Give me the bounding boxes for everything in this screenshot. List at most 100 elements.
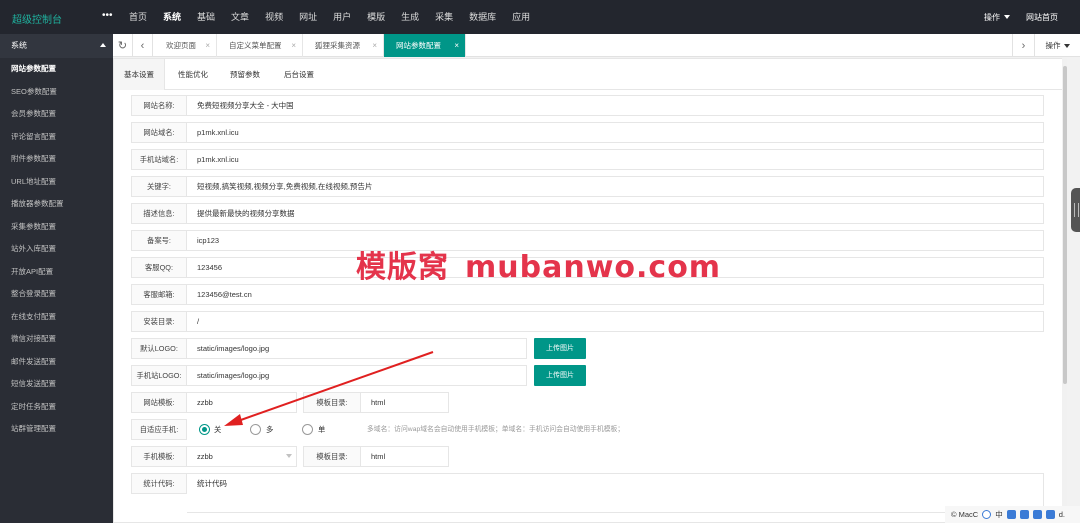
tabs-ops-dropdown[interactable]: 操作 (1034, 34, 1080, 57)
subtab-reserved[interactable]: 预留参数 (220, 59, 270, 90)
radio-single-domain[interactable] (302, 424, 313, 435)
tab-custom-menu-label: 自定义菜单配置 (229, 41, 282, 50)
watermark-cn: 模版窝 (356, 250, 449, 285)
nav-article[interactable]: 文章 (223, 0, 257, 34)
sidebar-item-import[interactable]: 站外入库配置 (0, 238, 113, 261)
mobile-domain-label: 手机站域名: (131, 149, 187, 170)
top-header: 超级控制台 ••• 首页 系统 基础 文章 视频 网址 用户 模版 生成 采集 … (0, 0, 1080, 34)
description-input[interactable]: 提供最新最快的视频分享数据 (187, 203, 1044, 224)
side-drawer-handle[interactable] (1071, 188, 1080, 232)
settings-panel: 基本设置 性能优化 预留参数 后台设置 网站名称: 免费短视频分享大全 - 大中… (113, 58, 1067, 523)
mobile-template-select[interactable]: zzbb (187, 446, 297, 467)
sidebar-item-wechat[interactable]: 微信对接配置 (0, 328, 113, 351)
site-name-input[interactable]: 免费短视频分享大全 - 大中国 (187, 95, 1044, 116)
nav-basic[interactable]: 基础 (189, 0, 223, 34)
tab-fox-collect[interactable]: 狐狸采集资源 × (303, 34, 384, 57)
system-tray: © MacC 中 d. (945, 506, 1080, 523)
close-icon[interactable]: × (205, 34, 210, 57)
domain-input[interactable]: p1mk.xnl.icu (187, 122, 1044, 143)
sidebar-item-login[interactable]: 整合登录配置 (0, 283, 113, 306)
tab-welcome[interactable]: 欢迎页面 × (154, 34, 217, 57)
nav-video[interactable]: 视频 (257, 0, 291, 34)
mobile-logo-input[interactable]: static/images/logo.jpg (187, 365, 527, 386)
sidebar-item-seo[interactable]: SEO参数配置 (0, 81, 113, 104)
site-home-link[interactable]: 网站首页 (1026, 12, 1058, 23)
template-dir-input[interactable]: html (361, 392, 449, 413)
watermark-en: mubanwo.com (465, 250, 722, 285)
subtab-basic[interactable]: 基本设置 (114, 59, 165, 90)
install-dir-input[interactable]: / (187, 311, 1044, 332)
app-logo[interactable]: 超级控制台 (12, 11, 62, 26)
subtab-admin[interactable]: 后台设置 (274, 59, 324, 90)
keyboard-icon[interactable] (1032, 510, 1042, 519)
nav-generate[interactable]: 生成 (393, 0, 427, 34)
nav-database[interactable]: 数据库 (461, 0, 504, 34)
more-menu-icon[interactable]: ••• (102, 10, 113, 21)
radio-off[interactable] (199, 424, 210, 435)
nav-website[interactable]: 网址 (291, 0, 325, 34)
tab-site-config[interactable]: 网站参数配置 × (384, 34, 466, 57)
tab-custom-menu[interactable]: 自定义菜单配置 × (217, 34, 303, 57)
logo-input[interactable]: static/images/logo.jpg (187, 338, 527, 359)
sidebar-item-player[interactable]: 播放器参数配置 (0, 193, 113, 216)
close-icon[interactable]: × (454, 34, 459, 57)
sidebar-item-comment[interactable]: 评论留言配置 (0, 126, 113, 149)
settings-icon[interactable] (1045, 510, 1055, 519)
nav-user[interactable]: 用户 (325, 0, 359, 34)
sidebar-item-member[interactable]: 会员参数配置 (0, 103, 113, 126)
sidebar-section-system[interactable]: 系统 (0, 34, 113, 58)
page-tabs-bar: ↻ ‹ 欢迎页面 × 自定义菜单配置 × 狐狸采集资源 × 网站参数配置 × › 操作 (113, 34, 1080, 57)
sidebar-item-sitegroup[interactable]: 站群管理配置 (0, 418, 113, 441)
keywords-input[interactable]: 短视频,搞笑视频,视频分享,免费视频,在线视频,预告片 (187, 176, 1044, 197)
upload-logo-button[interactable]: 上传图片 (534, 338, 586, 359)
stats-label: 统计代码: (131, 473, 187, 494)
content-scrollbar-thumb[interactable] (1063, 66, 1067, 384)
mobile-template-dir-label: 模板目录: (303, 446, 361, 467)
nav-collect[interactable]: 采集 (427, 0, 461, 34)
sidebar-item-collect[interactable]: 采集参数配置 (0, 216, 113, 239)
sidebar-item-email[interactable]: 邮件发送配置 (0, 351, 113, 374)
mobile-domain-input[interactable]: p1mk.xnl.icu (187, 149, 1044, 170)
tab-fox-collect-label: 狐狸采集资源 (315, 41, 360, 50)
mobile-template-label: 手机模板: (131, 446, 187, 467)
mobile-logo-label: 手机站LOGO: (131, 365, 187, 386)
upload-mobile-logo-button[interactable]: 上传图片 (534, 365, 586, 386)
header-ops-dropdown[interactable]: 操作 (984, 12, 1010, 23)
nav-apps[interactable]: 应用 (504, 0, 538, 34)
domain-label: 网站域名: (131, 122, 187, 143)
chevron-left-icon[interactable]: ‹ (133, 34, 153, 57)
ime-status-icon[interactable] (982, 510, 992, 519)
sidebar-item-cron[interactable]: 定时任务配置 (0, 396, 113, 419)
sidebar-item-url[interactable]: URL地址配置 (0, 171, 113, 194)
top-nav: 首页 系统 基础 文章 视频 网址 用户 模版 生成 采集 数据库 应用 (121, 0, 538, 34)
sidebar-item-site-config[interactable]: 网站参数配置 (0, 58, 113, 81)
sidebar-item-payment[interactable]: 在线支付配置 (0, 306, 113, 329)
template-dir-label: 模板目录: (303, 392, 361, 413)
template-input[interactable]: zzbb (187, 392, 297, 413)
ime-lang[interactable]: 中 (995, 509, 1003, 520)
refresh-icon[interactable]: ↻ (113, 34, 133, 57)
punctuation-icon[interactable] (1006, 510, 1016, 519)
close-icon[interactable]: × (291, 34, 296, 57)
stats-textarea[interactable]: 统计代码 (187, 473, 1044, 513)
sidebar-item-attachment[interactable]: 附件参数配置 (0, 148, 113, 171)
close-icon[interactable]: × (372, 34, 377, 57)
icp-label: 备案号: (131, 230, 187, 251)
nav-home[interactable]: 首页 (121, 0, 155, 34)
nav-template[interactable]: 模版 (359, 0, 393, 34)
settings-subtabs: 基本设置 性能优化 预留参数 后台设置 (114, 59, 1066, 90)
radio-multi-domain[interactable] (250, 424, 261, 435)
sidebar-item-api[interactable]: 开放API配置 (0, 261, 113, 284)
mobile-template-dir-input[interactable]: html (361, 446, 449, 467)
chevron-right-icon[interactable]: › (1012, 34, 1034, 57)
install-dir-label: 安装目录: (131, 311, 187, 332)
sidebar-section-title: 系统 (11, 41, 27, 50)
nav-system[interactable]: 系统 (155, 0, 189, 34)
email-input[interactable]: 123456@test.cn (187, 284, 1044, 305)
tray-text: © MacC (951, 510, 979, 519)
subtab-performance[interactable]: 性能优化 (168, 59, 218, 90)
email-label: 客服邮箱: (131, 284, 187, 305)
sidebar-item-sms[interactable]: 短信发送配置 (0, 373, 113, 396)
microphone-icon[interactable] (1019, 510, 1029, 519)
qq-label: 客服QQ: (131, 257, 187, 278)
